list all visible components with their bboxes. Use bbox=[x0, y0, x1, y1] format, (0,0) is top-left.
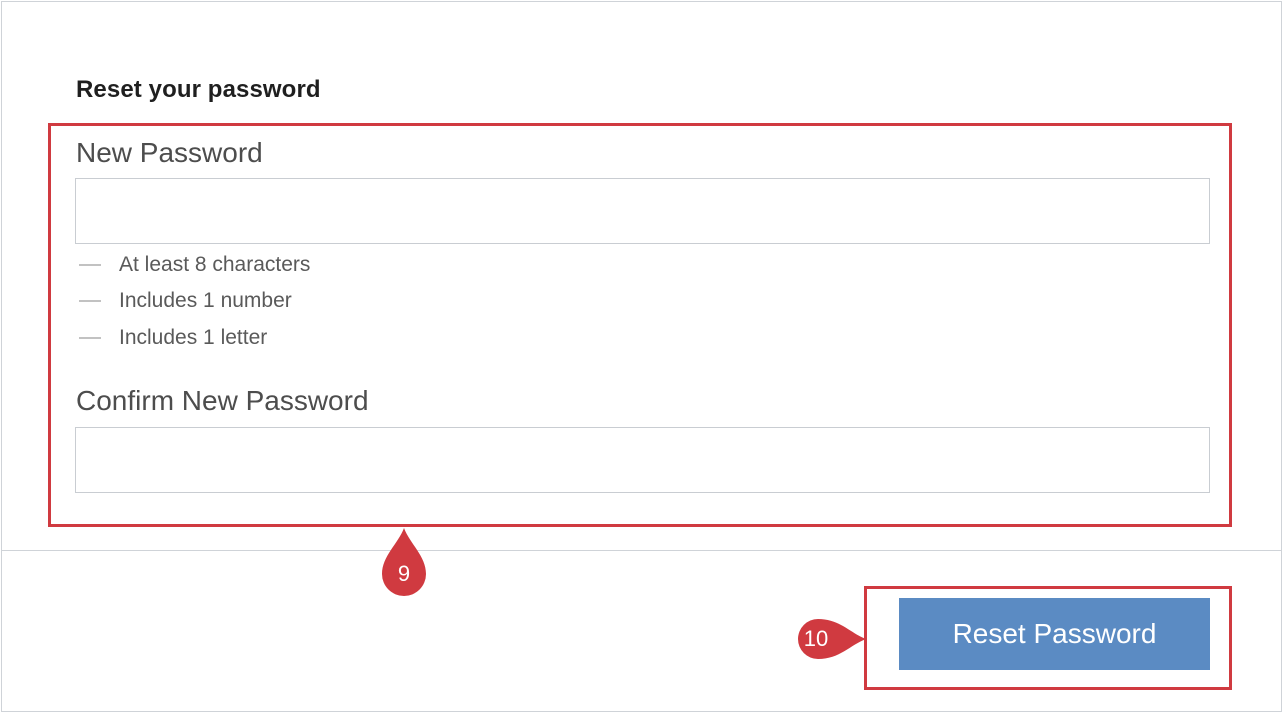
callout-number: 10 bbox=[803, 626, 829, 651]
page-title: Reset your password bbox=[76, 76, 321, 103]
button-highlight-box bbox=[864, 586, 1232, 690]
form-highlight-box bbox=[48, 123, 1232, 527]
callout-marker-9: 9 bbox=[379, 526, 429, 600]
callout-number: 9 bbox=[397, 561, 411, 586]
callout-marker-10: 10 bbox=[784, 617, 868, 661]
footer-divider bbox=[1, 550, 1282, 551]
